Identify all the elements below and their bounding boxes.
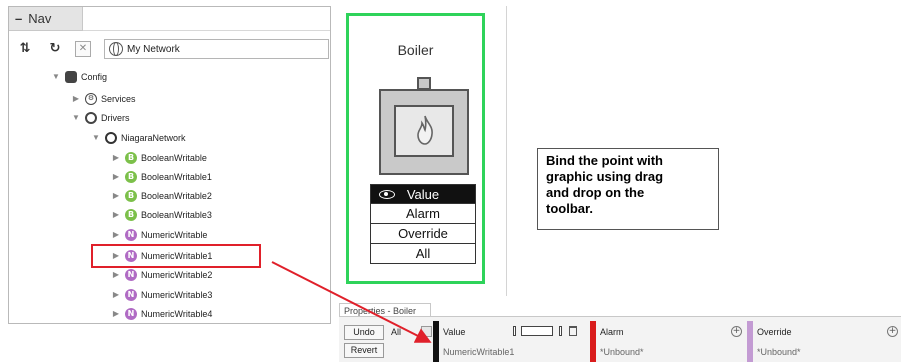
nav-panel: – Nav ⇅ ↻ ✕ My Network ▼ Config ▶ ⚙ Servi…	[8, 6, 331, 324]
slider-icon[interactable]	[521, 326, 553, 336]
bar-icon[interactable]	[559, 326, 562, 336]
expand-arrow-icon[interactable]: ▼	[71, 113, 81, 122]
boiler-icon	[379, 89, 469, 175]
tree-item-label: Config	[81, 71, 108, 82]
collapsed-arrow-icon[interactable]: ▶	[111, 210, 121, 219]
refresh-icon[interactable]: ↻	[47, 41, 63, 57]
tree-item-numericwritable4[interactable]: ▶ N NumericWritable4	[111, 304, 212, 323]
tree-item-drivers[interactable]: ▼ Drivers	[71, 108, 130, 127]
collapsed-arrow-icon[interactable]: ▶	[71, 94, 81, 103]
override-column-binding[interactable]: *Unbound*	[757, 347, 801, 357]
tree-item-numericwritable3[interactable]: ▶ N NumericWritable3	[111, 285, 212, 304]
undo-button[interactable]: Undo	[344, 325, 384, 340]
collapse-icon[interactable]: –	[15, 11, 22, 26]
add-icon[interactable]: +	[731, 326, 742, 337]
tree-item-label: BooleanWritable1	[141, 171, 212, 182]
tree-item-label: BooleanWritable3	[141, 209, 212, 220]
point-value-box: Value Alarm Override All	[370, 184, 476, 264]
collapsed-arrow-icon[interactable]: ▶	[111, 309, 121, 318]
row-label: All	[415, 246, 431, 261]
override-row[interactable]: Override	[370, 224, 476, 244]
nav-tab-label: Nav	[28, 11, 52, 26]
tree-item-label: NumericWritable2	[141, 269, 213, 280]
flame-icon	[417, 115, 433, 145]
boolean-point-icon: B	[125, 170, 137, 183]
numeric-point-icon: N	[125, 268, 137, 281]
nav-tab[interactable]: – Nav	[9, 7, 83, 31]
tree-item-label: NumericWritable3	[141, 289, 213, 300]
value-column-header: Value	[443, 327, 466, 337]
close-icon[interactable]: ✕	[75, 41, 91, 57]
alarm-column-bar	[590, 321, 596, 362]
value-column-binding[interactable]: NumericWritable1	[443, 347, 514, 357]
tree-item-numericwritable[interactable]: ▶ N NumericWritable	[111, 225, 207, 244]
add-icon[interactable]: +	[887, 326, 898, 337]
tree-item-booleanwritable2[interactable]: ▶ B BooleanWritable2	[111, 186, 212, 205]
value-column-bar	[433, 321, 439, 362]
boolean-point-icon: B	[125, 151, 137, 164]
nav-path-text: My Network	[127, 44, 180, 55]
boolean-point-icon: B	[125, 189, 137, 202]
row-label: Override	[398, 226, 448, 241]
services-icon: ⚙	[85, 92, 97, 105]
tree-item-services[interactable]: ▶ ⚙ Services	[71, 89, 136, 108]
collapsed-arrow-icon[interactable]: ▶	[111, 191, 121, 200]
tree-item-label: NumericWritable	[141, 229, 208, 240]
override-column-header: Override	[757, 327, 792, 337]
nav-toolbar: ⇅ ↻ ✕ My Network	[9, 35, 330, 63]
tree-item-niagaranetwork[interactable]: ▼ NiagaraNetwork	[91, 128, 186, 147]
eye-icon	[379, 190, 395, 199]
override-column-bar	[747, 321, 753, 362]
tree-item-booleanwritable3[interactable]: ▶ B BooleanWritable3	[111, 205, 212, 224]
boolean-point-icon: B	[125, 208, 137, 221]
nav-path-field[interactable]: My Network	[104, 39, 329, 59]
expand-arrow-icon[interactable]: ▼	[91, 133, 101, 142]
all-label: All	[391, 327, 402, 337]
tree-item-label: NumericWritable4	[141, 308, 213, 319]
network-icon	[105, 131, 117, 144]
properties-panel: Undo Revert All Value NumericWritable1 A…	[339, 316, 901, 362]
sort-icon[interactable]: ⇅	[17, 41, 33, 57]
alarm-row[interactable]: Alarm	[370, 204, 476, 224]
square-icon[interactable]	[421, 326, 432, 337]
numeric-point-icon: N	[125, 228, 137, 241]
selection-highlight	[91, 244, 261, 268]
trash-icon[interactable]	[569, 326, 577, 336]
collapsed-arrow-icon[interactable]: ▶	[111, 153, 121, 162]
tree-item-booleanwritable[interactable]: ▶ B BooleanWritable	[111, 148, 207, 167]
collapsed-arrow-icon[interactable]: ▶	[111, 172, 121, 181]
database-icon	[65, 70, 77, 83]
tree-item-label: Services	[101, 93, 136, 104]
row-label: Value	[406, 187, 440, 202]
numeric-point-icon: N	[125, 307, 137, 320]
tree-item-config[interactable]: ▼ Config	[51, 67, 107, 86]
drivers-icon	[85, 111, 97, 124]
tree-item-label: BooleanWritable2	[141, 190, 212, 201]
tabstrip-divider	[83, 30, 330, 31]
graphic-title: Boiler	[397, 42, 434, 58]
instruction-callout: Bind the point with graphic using drag a…	[537, 148, 719, 230]
bar-icon[interactable]	[513, 326, 516, 336]
collapsed-arrow-icon[interactable]: ▶	[111, 290, 121, 299]
alarm-column-binding[interactable]: *Unbound*	[600, 347, 644, 357]
alarm-column-header: Alarm	[600, 327, 624, 337]
row-label: Alarm	[406, 206, 440, 221]
tree-item-label: Drivers	[101, 112, 130, 123]
numeric-point-icon: N	[125, 288, 137, 301]
tree-item-booleanwritable1[interactable]: ▶ B BooleanWritable1	[111, 167, 212, 186]
tree-item-label: BooleanWritable	[141, 152, 207, 163]
collapsed-arrow-icon[interactable]: ▶	[111, 270, 121, 279]
globe-icon	[109, 42, 123, 56]
boiler-window	[394, 105, 454, 157]
tree-item-label: NiagaraNetwork	[121, 132, 186, 143]
all-row[interactable]: All	[370, 244, 476, 264]
boiler-graphic[interactable]: Boiler Value Alarm Override All	[346, 13, 485, 284]
expand-arrow-icon[interactable]: ▼	[51, 72, 61, 81]
revert-button[interactable]: Revert	[344, 343, 384, 358]
value-row[interactable]: Value	[370, 184, 476, 204]
collapsed-arrow-icon[interactable]: ▶	[111, 230, 121, 239]
